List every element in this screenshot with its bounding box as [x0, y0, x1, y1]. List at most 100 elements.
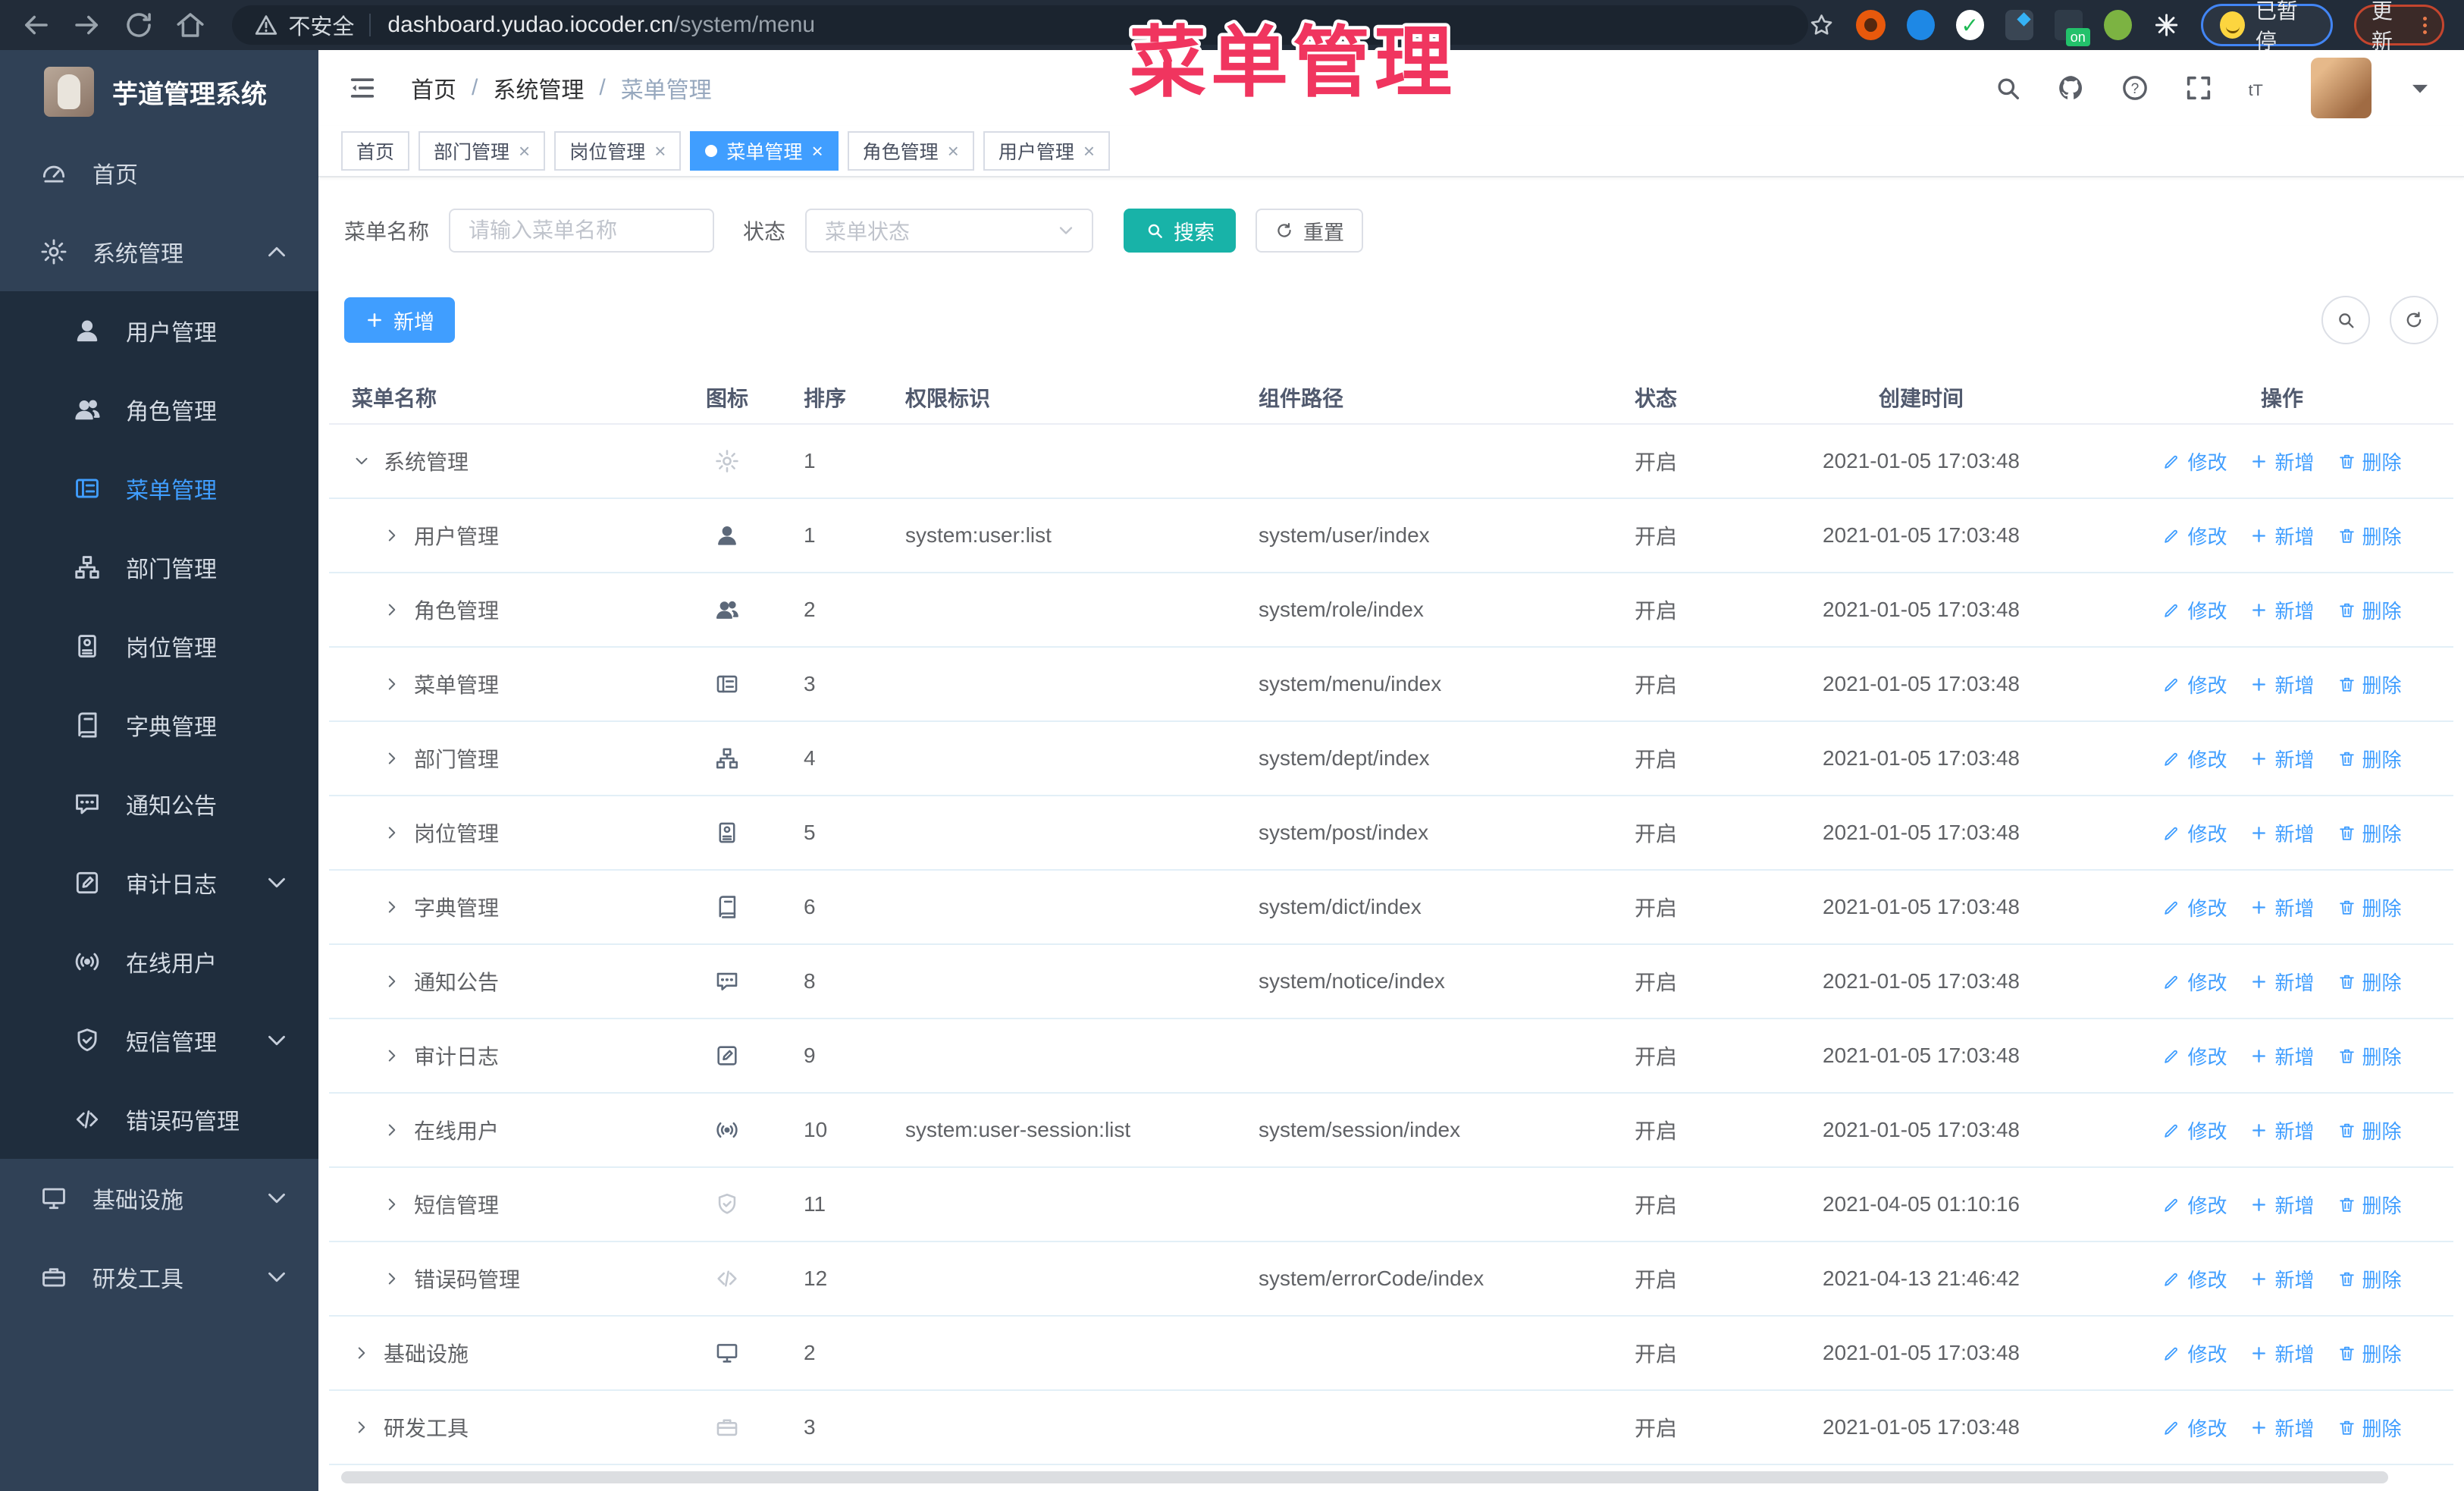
edit-link[interactable]: 修改 — [2162, 893, 2227, 921]
browser-update-button[interactable]: 更新 — [2353, 0, 2444, 53]
edit-link[interactable]: 修改 — [2162, 745, 2227, 773]
edit-link[interactable]: 修改 — [2162, 968, 2227, 996]
edit-link[interactable]: 修改 — [2162, 1191, 2227, 1219]
delete-link[interactable]: 删除 — [2337, 596, 2402, 624]
sidebar-item-user-management[interactable]: 用户管理 — [0, 291, 318, 370]
github-icon[interactable] — [2056, 73, 2086, 103]
delete-link[interactable]: 删除 — [2337, 1339, 2402, 1367]
status-select[interactable]: 菜单状态 — [805, 209, 1094, 253]
sidebar-item-infrastructure[interactable]: 基础设施 — [0, 1159, 318, 1238]
sidebar-collapse-icon[interactable] — [347, 73, 378, 103]
edit-link[interactable]: 修改 — [2162, 596, 2227, 624]
tab-close-icon[interactable]: × — [948, 141, 959, 161]
edit-link[interactable]: 修改 — [2162, 522, 2227, 550]
row-expand-toggle[interactable] — [382, 600, 402, 620]
search-button[interactable]: 搜索 — [1124, 209, 1237, 253]
delete-link[interactable]: 删除 — [2337, 968, 2402, 996]
profile-paused-pill[interactable]: 已暂停 — [2200, 0, 2333, 53]
extension-animal-icon[interactable] — [2103, 10, 2132, 40]
add-link[interactable]: 新增 — [2249, 670, 2315, 698]
browser-reload-icon[interactable] — [123, 8, 155, 42]
sidebar-item-sms-management[interactable]: 短信管理 — [0, 1001, 318, 1080]
browser-forward-icon[interactable] — [71, 8, 103, 42]
toggle-search-button[interactable] — [2321, 296, 2370, 344]
extension-grid-icon[interactable] — [2005, 10, 2033, 40]
tab-post-management[interactable]: 岗位管理 × — [554, 131, 682, 171]
tab-role-management[interactable]: 角色管理 × — [847, 131, 974, 171]
row-expand-toggle[interactable] — [382, 749, 402, 768]
row-expand-toggle[interactable] — [382, 897, 402, 917]
delete-link[interactable]: 删除 — [2337, 670, 2402, 698]
header-search-icon[interactable] — [1992, 73, 2023, 103]
add-link[interactable]: 新增 — [2249, 745, 2315, 773]
row-expand-toggle[interactable] — [382, 526, 402, 545]
row-expand-toggle[interactable] — [352, 1343, 371, 1363]
tab-user-management[interactable]: 用户管理 × — [983, 131, 1111, 171]
delete-link[interactable]: 删除 — [2337, 1042, 2402, 1070]
add-link[interactable]: 新增 — [2249, 1414, 2315, 1442]
edit-link[interactable]: 修改 — [2162, 670, 2227, 698]
tab-close-icon[interactable]: × — [654, 141, 666, 161]
tab-close-icon[interactable]: × — [811, 141, 823, 161]
menu-name-input[interactable] — [449, 209, 715, 253]
extensions-puzzle-icon[interactable] — [2153, 11, 2180, 39]
sidebar-item-dict-management[interactable]: 字典管理 — [0, 686, 318, 764]
row-expand-toggle[interactable] — [382, 674, 402, 694]
sidebar-item-role-management[interactable]: 角色管理 — [0, 370, 318, 449]
browser-home-icon[interactable] — [174, 8, 206, 42]
sidebar-item-dev-tools[interactable]: 研发工具 — [0, 1238, 318, 1317]
delete-link[interactable]: 删除 — [2337, 522, 2402, 550]
add-link[interactable]: 新增 — [2249, 1191, 2315, 1219]
sidebar-item-system-management[interactable]: 系统管理 — [0, 212, 318, 291]
delete-link[interactable]: 删除 — [2337, 1414, 2402, 1442]
sidebar-item-error-code-management[interactable]: 错误码管理 — [0, 1080, 318, 1159]
edit-link[interactable]: 修改 — [2162, 819, 2227, 847]
extension-green-check-icon[interactable]: ✓ — [1955, 10, 1984, 40]
delete-link[interactable]: 删除 — [2337, 1265, 2402, 1293]
sidebar-item-notice[interactable]: 通知公告 — [0, 764, 318, 843]
breadcrumb-home[interactable]: 首页 — [411, 71, 456, 105]
row-expand-toggle[interactable] — [382, 972, 402, 991]
edit-link[interactable]: 修改 — [2162, 1414, 2227, 1442]
add-link[interactable]: 新增 — [2249, 522, 2315, 550]
extension-orange-icon[interactable] — [1856, 10, 1886, 40]
browser-menu-icon[interactable] — [2422, 16, 2427, 34]
app-logo[interactable]: 芋道管理系统 — [0, 50, 318, 133]
sidebar-item-home[interactable]: 首页 — [0, 133, 318, 212]
sidebar-item-dept-management[interactable]: 部门管理 — [0, 528, 318, 607]
delete-link[interactable]: 删除 — [2337, 447, 2402, 476]
sidebar-item-online-users[interactable]: 在线用户 — [0, 922, 318, 1001]
user-avatar[interactable] — [2311, 58, 2372, 118]
delete-link[interactable]: 删除 — [2337, 893, 2402, 921]
add-link[interactable]: 新增 — [2249, 968, 2315, 996]
fullscreen-icon[interactable] — [2183, 73, 2214, 103]
add-link[interactable]: 新增 — [2249, 819, 2315, 847]
row-expand-toggle[interactable] — [382, 1194, 402, 1214]
row-expand-toggle[interactable] — [382, 823, 402, 843]
edit-link[interactable]: 修改 — [2162, 1339, 2227, 1367]
tab-close-icon[interactable]: × — [519, 141, 530, 161]
extension-blue-icon[interactable] — [1906, 10, 1935, 40]
tab-dept-management[interactable]: 部门管理 × — [419, 131, 546, 171]
sidebar-item-post-management[interactable]: 岗位管理 — [0, 607, 318, 686]
edit-link[interactable]: 修改 — [2162, 1116, 2227, 1144]
edit-link[interactable]: 修改 — [2162, 1265, 2227, 1293]
user-menu-caret-icon[interactable] — [2405, 73, 2435, 103]
add-button[interactable]: 新增 — [344, 297, 455, 343]
row-expand-toggle[interactable] — [352, 1417, 371, 1437]
tab-menu-management[interactable]: 菜单管理 × — [690, 131, 839, 171]
refresh-table-button[interactable] — [2390, 296, 2438, 344]
row-expand-toggle[interactable] — [382, 1120, 402, 1140]
delete-link[interactable]: 删除 — [2337, 1191, 2402, 1219]
row-expand-toggle[interactable] — [352, 451, 371, 471]
extension-on-icon[interactable]: on — [2054, 10, 2090, 46]
address-bar[interactable]: 不安全 dashboard.yudao.iocoder.cn /system/m… — [232, 5, 1808, 45]
tab-close-icon[interactable]: × — [1083, 141, 1095, 161]
sidebar-item-menu-management[interactable]: 菜单管理 — [0, 449, 318, 528]
delete-link[interactable]: 删除 — [2337, 819, 2402, 847]
horizontal-scrollbar[interactable] — [341, 1471, 2388, 1483]
add-link[interactable]: 新增 — [2249, 1339, 2315, 1367]
add-link[interactable]: 新增 — [2249, 1265, 2315, 1293]
add-link[interactable]: 新增 — [2249, 1116, 2315, 1144]
browser-back-icon[interactable] — [20, 8, 52, 42]
